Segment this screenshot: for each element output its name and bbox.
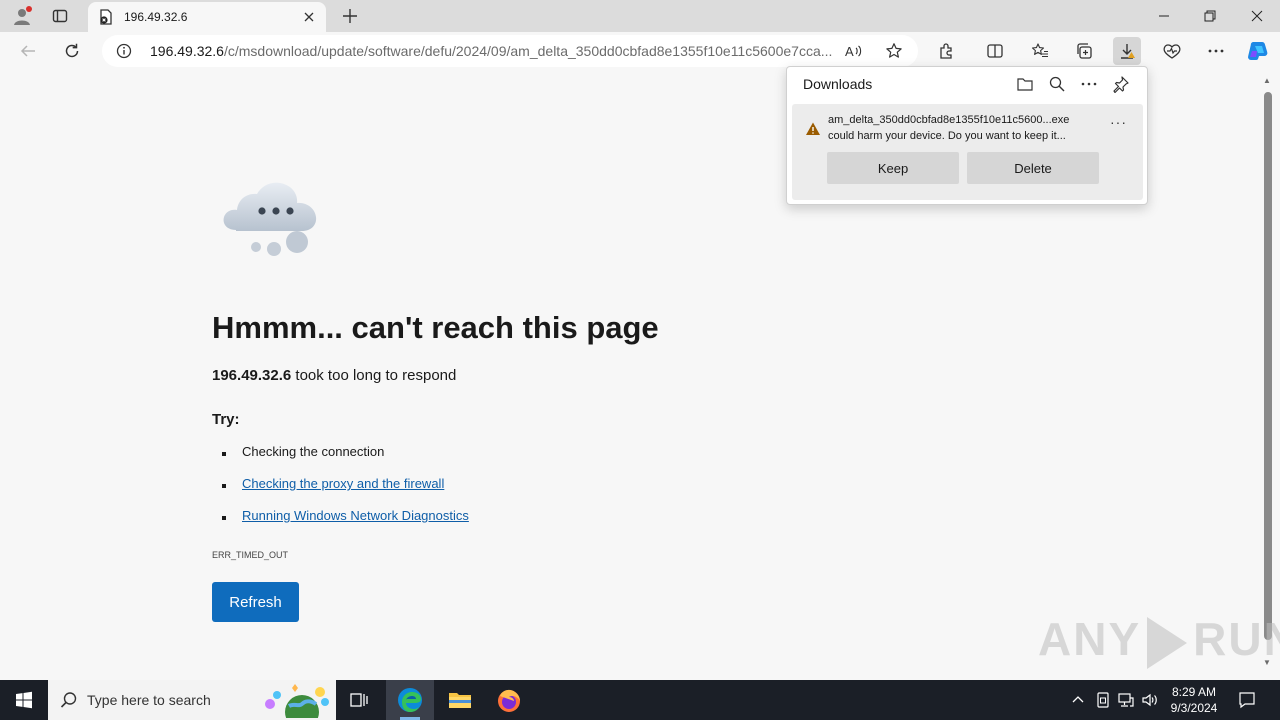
notifications-icon[interactable] [1238, 691, 1256, 709]
download-more-icon[interactable]: ··· [1110, 114, 1127, 130]
scrollbar[interactable]: ▲ ▼ [1260, 70, 1276, 676]
edge-taskbar-icon[interactable] [386, 680, 434, 720]
watermark-right: RUN [1193, 613, 1280, 665]
navigation-bar: 196.49.32.6/c/msdownload/update/software… [0, 32, 1280, 70]
profile-avatar-icon[interactable] [10, 4, 34, 28]
tab-title: 196.49.32.6 [124, 10, 188, 24]
download-item: am_delta_350dd0cbfad8e1355f10e11c5600...… [792, 104, 1143, 200]
favorites-icon[interactable] [1026, 37, 1054, 65]
page-error-icon [98, 9, 114, 25]
error-host: 196.49.32.6 [212, 367, 292, 384]
device-security-icon[interactable] [1094, 691, 1112, 709]
downloads-title: Downloads [803, 76, 873, 92]
suggestions-list: Checking the connection Checking the pro… [222, 444, 469, 540]
list-item: Running Windows Network Diagnostics [222, 508, 469, 540]
downloads-panel: Downloads am_delta_350dd0cbfad8e1355f10e… [786, 66, 1148, 205]
network-icon[interactable] [1117, 691, 1135, 709]
scrollbar-thumb[interactable] [1264, 92, 1272, 640]
url-host: 196.49.32.6 [150, 43, 224, 59]
keep-button[interactable]: Keep [827, 152, 959, 184]
clock-date: 9/3/2024 [1170, 701, 1218, 715]
task-view-icon[interactable] [336, 680, 384, 720]
search-highlight-globe-icon [262, 682, 332, 720]
back-arrow-icon[interactable] [15, 38, 41, 64]
search-icon [60, 691, 78, 709]
browser-essentials-icon[interactable] [1158, 37, 1186, 65]
reload-icon[interactable] [59, 38, 85, 64]
system-clock[interactable]: 8:29 AM 9/3/2024 [1160, 684, 1228, 716]
more-options-icon[interactable] [1080, 75, 1098, 93]
download-file-name: am_delta_350dd0cbfad8e1355f10e11c5600...… [828, 114, 1070, 126]
tab-strip: 196.49.32.6 [0, 0, 1280, 32]
tab-close-icon[interactable] [300, 8, 318, 26]
settings-more-icon[interactable] [1202, 37, 1230, 65]
open-folder-icon[interactable] [1016, 75, 1034, 93]
error-subtitle: 196.49.32.6 took too long to respond [212, 367, 456, 384]
pin-icon[interactable] [1112, 75, 1130, 93]
tip-network-diagnostics-link[interactable]: Running Windows Network Diagnostics [242, 508, 469, 523]
downloads-icon[interactable] [1113, 37, 1141, 65]
show-hidden-icons-chevron-icon[interactable] [1069, 691, 1087, 709]
list-item: Checking the connection [222, 444, 469, 476]
restore-button[interactable] [1187, 0, 1233, 32]
collections-icon[interactable] [1070, 37, 1098, 65]
anyrun-watermark-logo: ANY RUN [1038, 612, 1280, 669]
tab-actions-icon[interactable] [48, 4, 72, 28]
warning-icon [805, 121, 821, 137]
volume-icon[interactable] [1141, 691, 1159, 709]
windows-start-button[interactable] [0, 680, 48, 720]
site-info-icon[interactable] [116, 43, 132, 59]
file-explorer-icon[interactable] [436, 680, 484, 720]
tab-active[interactable]: 196.49.32.6 [88, 2, 326, 32]
url-text[interactable]: 196.49.32.6/c/msdownload/update/software… [150, 43, 840, 59]
tip-proxy-firewall-link[interactable]: Checking the proxy and the firewall [242, 476, 444, 491]
search-downloads-icon[interactable] [1048, 75, 1066, 93]
split-screen-icon[interactable] [981, 37, 1009, 65]
taskbar: Type here to search 8:29 AM 9/3/2024 [0, 680, 1280, 720]
watermark-play-icon [1147, 616, 1188, 669]
copilot-icon[interactable] [1244, 37, 1272, 65]
new-tab-button[interactable] [338, 4, 362, 28]
try-label: Try: [212, 411, 240, 428]
download-warning-text: could harm your device. Do you want to k… [828, 130, 1066, 142]
scroll-up-arrow-icon[interactable]: ▲ [1263, 76, 1271, 85]
delete-button[interactable]: Delete [967, 152, 1099, 184]
url-path: /c/msdownload/update/software/defu/2024/… [223, 43, 833, 59]
watermark-left: ANY [1038, 613, 1142, 665]
address-bar[interactable]: 196.49.32.6/c/msdownload/update/software… [102, 35, 918, 67]
close-window-button[interactable] [1234, 0, 1280, 32]
thinking-cloud-icon [222, 178, 330, 260]
page-title: Hmmm... can't reach this page [212, 310, 659, 345]
svg-text:A: A [845, 44, 854, 59]
taskbar-search-box[interactable]: Type here to search [48, 680, 336, 720]
read-aloud-icon[interactable]: A [844, 42, 862, 60]
search-placeholder: Type here to search [87, 692, 211, 708]
error-description: took too long to respond [291, 367, 457, 384]
clock-time: 8:29 AM [1171, 685, 1217, 699]
firefox-icon[interactable] [485, 680, 533, 720]
favorite-star-icon[interactable] [885, 42, 903, 60]
minimize-button[interactable] [1141, 0, 1187, 32]
tip-check-connection: Checking the connection [242, 444, 385, 459]
error-code: ERR_TIMED_OUT [212, 550, 289, 560]
refresh-button[interactable]: Refresh [212, 582, 299, 622]
extensions-icon[interactable] [933, 37, 961, 65]
list-item: Checking the proxy and the firewall [222, 476, 469, 508]
